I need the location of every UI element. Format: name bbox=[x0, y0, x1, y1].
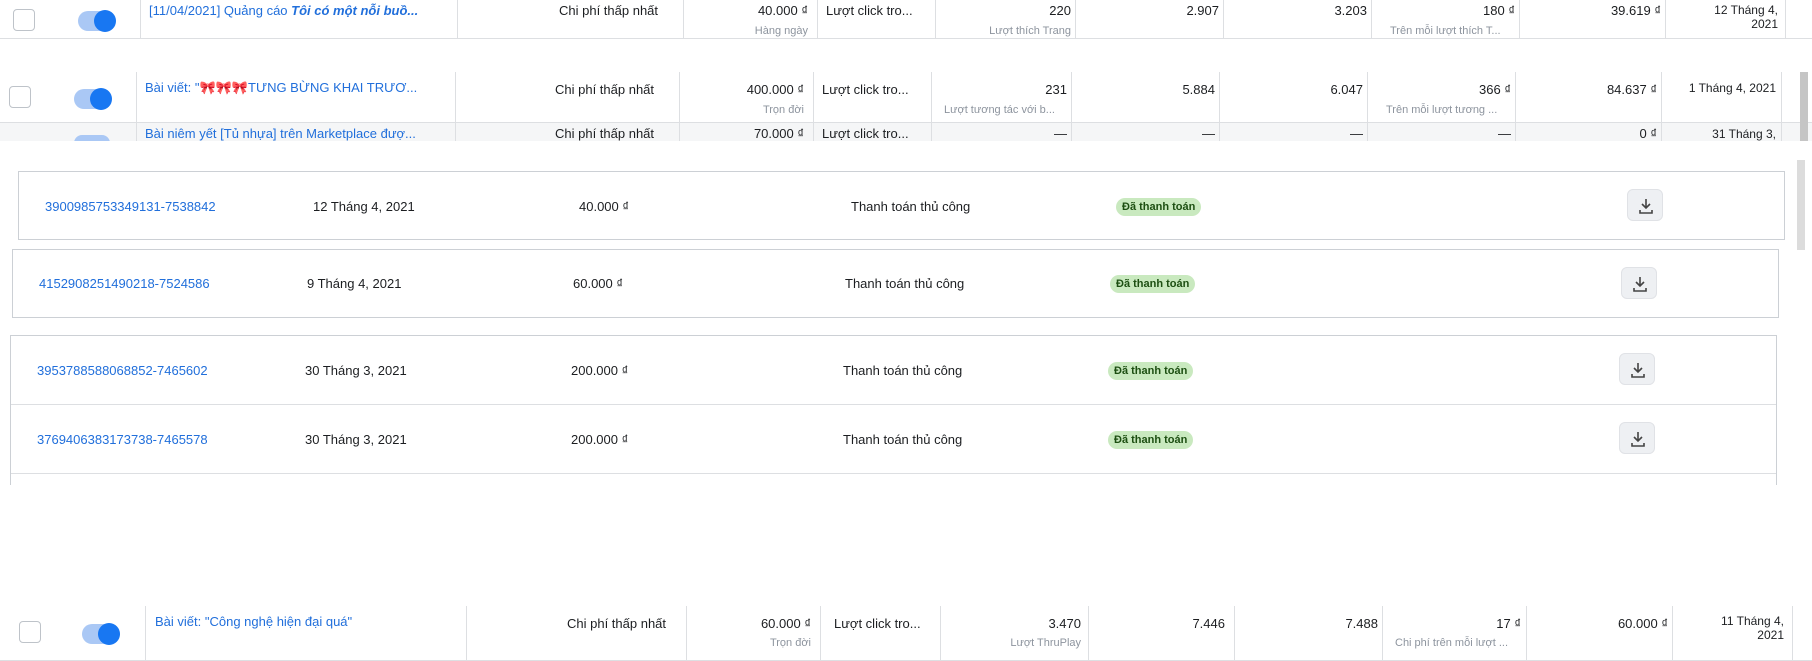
status-badge: Đã thanh toán bbox=[1108, 431, 1194, 449]
row-checkbox[interactable] bbox=[19, 621, 41, 643]
amount-spent: 60.000 ₫ bbox=[1617, 616, 1668, 631]
budget-type: Trọn đời bbox=[762, 104, 804, 116]
cost-per-result: 366 ₫ bbox=[1479, 82, 1511, 97]
transaction-row: 3769406383173738-7465578 30 Tháng 3, 202… bbox=[11, 405, 1776, 474]
reach: — bbox=[1202, 126, 1215, 141]
bid-strategy: Chi phí thấp nhất bbox=[567, 616, 667, 631]
transaction-card: 4152908251490218-7524586 9 Tháng 4, 2021… bbox=[12, 249, 1779, 318]
download-icon bbox=[1639, 199, 1653, 214]
results: 231 bbox=[1045, 82, 1067, 97]
bid-strategy: Chi phí thấp nhất bbox=[559, 3, 659, 18]
transaction-date: 30 Tháng 3, 2021 bbox=[305, 432, 407, 447]
ad-toggle[interactable] bbox=[78, 10, 116, 32]
budget-type: Hàng ngày bbox=[754, 25, 808, 37]
end-date: 31 Tháng 3, bbox=[1712, 127, 1776, 141]
transaction-date: 12 Tháng 4, 2021 bbox=[313, 199, 415, 214]
transaction-date: 30 Tháng 3, 2021 bbox=[305, 363, 407, 378]
attribution: Lượt click tro... bbox=[822, 126, 909, 141]
transaction-amount: 40.000 ₫ bbox=[579, 199, 630, 214]
result-type: Lượt ThruPlay bbox=[1010, 637, 1081, 649]
budget-type: Trọn đời bbox=[769, 637, 811, 649]
impressions: 6.047 bbox=[1330, 82, 1363, 97]
cost-per-result: 17 ₫ bbox=[1496, 616, 1521, 631]
amount-spent: 39.619 ₫ bbox=[1610, 3, 1661, 18]
amount-spent: 0 ₫ bbox=[1639, 126, 1657, 141]
ad-row: Bài viết: "Công nghệ hiện đại quá" Chi p… bbox=[0, 606, 1812, 661]
ad-row: Bài niêm yết [Tủ nhựa] trên Marketplace … bbox=[0, 123, 1812, 141]
budget: 40.000 ₫ bbox=[757, 3, 808, 18]
budget: 60.000 ₫ bbox=[760, 616, 811, 631]
transaction-amount: 200.000 ₫ bbox=[571, 432, 629, 447]
transaction-id[interactable]: 3769406383173738-7465578 bbox=[37, 432, 208, 448]
cost-per-result-type: Trên mỗi lượt tương ... bbox=[1386, 104, 1498, 116]
results: — bbox=[1054, 126, 1067, 141]
attribution: Lượt click tro... bbox=[834, 616, 921, 631]
ad-toggle[interactable] bbox=[74, 135, 110, 141]
cost-per-result: — bbox=[1498, 126, 1511, 141]
scrollbar-track[interactable] bbox=[1800, 123, 1808, 141]
impressions: 3.203 bbox=[1334, 3, 1367, 18]
bid-strategy: Chi phí thấp nhất bbox=[555, 82, 655, 97]
download-icon bbox=[1633, 277, 1647, 292]
transaction-table: 3953788588068852-7465602 30 Tháng 3, 202… bbox=[10, 335, 1777, 485]
cost-per-result: 180 ₫ bbox=[1483, 3, 1515, 18]
reach: 5.884 bbox=[1182, 82, 1215, 97]
row-checkbox[interactable] bbox=[9, 86, 31, 108]
budget: 400.000 ₫ bbox=[746, 82, 804, 97]
payment-method: Thanh toán thủ công bbox=[843, 432, 963, 447]
ad-row: Bài viết: "🎀🎀🎀TƯNG BỪNG KHAI TRƯƠ... Chi… bbox=[0, 72, 1812, 140]
transaction-id[interactable]: 3953788588068852-7465602 bbox=[37, 363, 208, 379]
bid-strategy: Chi phí thấp nhất bbox=[555, 126, 655, 141]
ad-name[interactable]: Bài niêm yết [Tủ nhựa] trên Marketplace … bbox=[145, 126, 416, 141]
ad-row: [11/04/2021] Quảng cáo Tôi có một nỗi bu… bbox=[0, 0, 1812, 39]
transaction-card: 3900985753349131-7538842 12 Tháng 4, 202… bbox=[18, 171, 1785, 240]
result-type: Lượt thích Trang bbox=[989, 25, 1071, 37]
row-checkbox[interactable] bbox=[13, 9, 35, 31]
cost-per-result-type: Trên mỗi lượt thích T... bbox=[1390, 25, 1501, 37]
status-badge: Đã thanh toán bbox=[1108, 362, 1194, 380]
ad-toggle[interactable] bbox=[74, 88, 112, 110]
download-button[interactable] bbox=[1621, 267, 1657, 299]
end-date: 12 Tháng 4, 2021 bbox=[1714, 3, 1778, 31]
results: 220 bbox=[1049, 3, 1071, 18]
payment-method: Thanh toán thủ công bbox=[845, 276, 965, 291]
end-date: 1 Tháng 4, 2021 bbox=[1688, 81, 1776, 95]
download-button[interactable] bbox=[1619, 422, 1655, 454]
download-button[interactable] bbox=[1627, 189, 1663, 221]
amount-spent: 84.637 ₫ bbox=[1606, 82, 1657, 97]
status-badge: Đã thanh toán bbox=[1116, 198, 1202, 216]
cost-per-result-type: Chi phí trên mỗi lượt ... bbox=[1395, 637, 1509, 649]
end-date: 11 Tháng 4, 2021 bbox=[1721, 614, 1784, 642]
scrollbar-thumb[interactable] bbox=[1797, 160, 1805, 250]
ad-name[interactable]: [11/04/2021] Quảng cáo Tôi có một nỗi bu… bbox=[149, 3, 418, 19]
results: 3.470 bbox=[1048, 616, 1081, 631]
transaction-amount: 200.000 ₫ bbox=[571, 363, 629, 378]
transaction-id[interactable]: 3900985753349131-7538842 bbox=[45, 199, 216, 215]
attribution: Lượt click tro... bbox=[822, 82, 909, 97]
ad-toggle[interactable] bbox=[82, 623, 120, 645]
ad-name[interactable]: Bài viết: "Công nghệ hiện đại quá" bbox=[155, 614, 352, 630]
attribution: Lượt click tro... bbox=[826, 3, 913, 18]
impressions: — bbox=[1350, 126, 1363, 141]
transaction-date: 9 Tháng 4, 2021 bbox=[307, 276, 402, 291]
download-icon bbox=[1631, 432, 1645, 447]
download-button[interactable] bbox=[1619, 353, 1655, 385]
transaction-row: 3953788588068852-7465602 30 Tháng 3, 202… bbox=[11, 336, 1776, 405]
reach: 2.907 bbox=[1186, 3, 1219, 18]
transaction-amount: 60.000 ₫ bbox=[573, 276, 624, 291]
status-badge: Đã thanh toán bbox=[1110, 275, 1196, 293]
impressions: 7.488 bbox=[1345, 616, 1378, 631]
ad-name[interactable]: Bài viết: "🎀🎀🎀TƯNG BỪNG KHAI TRƯƠ... bbox=[145, 80, 417, 96]
reach: 7.446 bbox=[1192, 616, 1225, 631]
payment-method: Thanh toán thủ công bbox=[851, 199, 971, 214]
transaction-id[interactable]: 4152908251490218-7524586 bbox=[39, 276, 210, 292]
budget: 70.000 ₫ bbox=[753, 126, 804, 141]
download-icon bbox=[1631, 363, 1645, 378]
payment-method: Thanh toán thủ công bbox=[843, 363, 963, 378]
result-type: Lượt tương tác với b... bbox=[944, 104, 1055, 116]
